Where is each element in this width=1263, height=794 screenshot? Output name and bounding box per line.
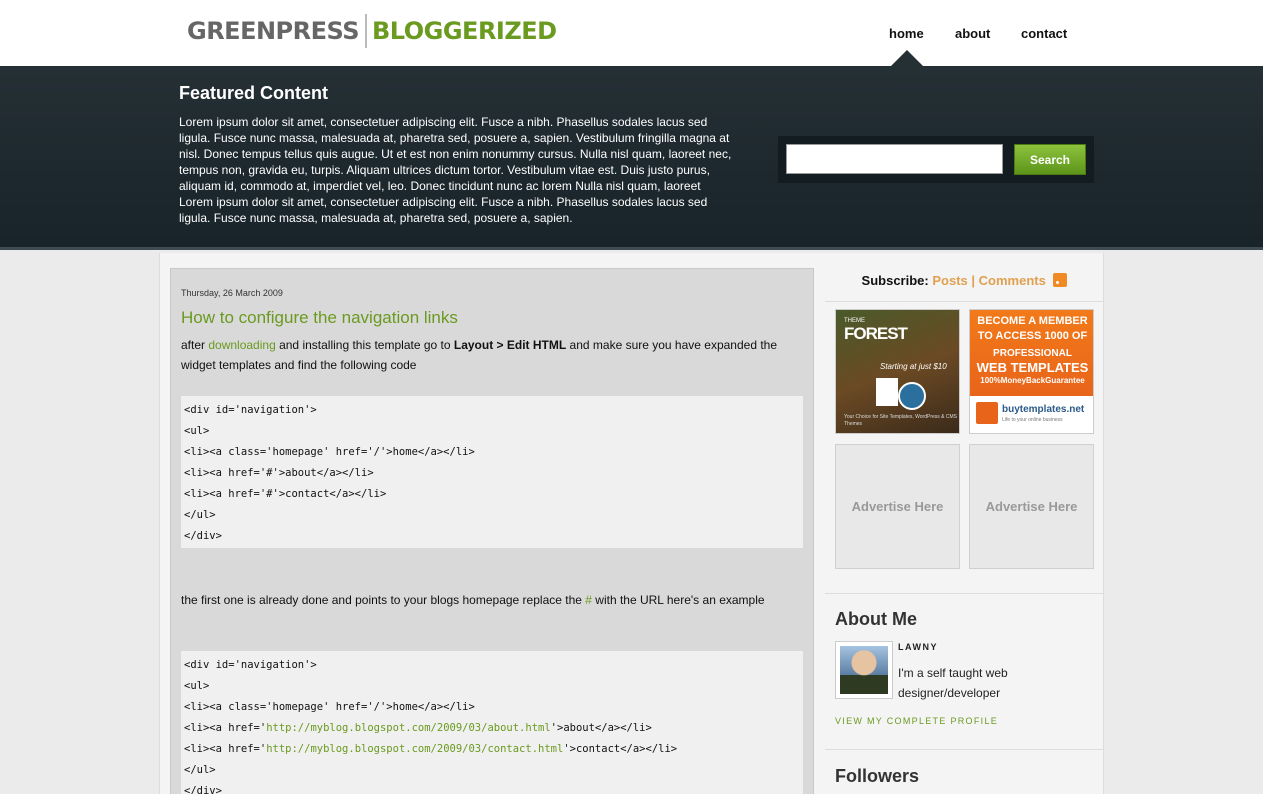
post-date: Thursday, 26 March 2009: [181, 288, 283, 298]
code-text: <li><a href=': [184, 722, 267, 734]
about-me-title: About Me: [835, 609, 917, 629]
ad-line-3: PROFESSIONAL: [993, 348, 1072, 359]
featured-section: Featured Content Lorem ipsum dolor sit a…: [0, 66, 1263, 250]
code-line: </ul>: [184, 764, 216, 776]
code-line: <li><a class='homepage' href='/'>home</a…: [184, 446, 475, 458]
featured-title: Featured Content: [179, 83, 329, 103]
text: with the URL here's an example: [591, 593, 765, 607]
code-block-2: <div id='navigation'> <ul> <li><a class=…: [181, 651, 803, 794]
code-line: <div id='navigation'>: [184, 659, 317, 671]
content-wrapper: Thursday, 26 March 2009 How to configure…: [159, 253, 1104, 794]
code-url: http://myblog.blogspot.com/2009/03/about…: [266, 722, 551, 734]
avatar-image: [840, 646, 888, 694]
site-logo[interactable]: GREENPRESS BLOGGERIZED: [187, 14, 557, 48]
code-line: <div id='navigation'>: [184, 404, 317, 416]
hash-link[interactable]: #: [585, 593, 592, 607]
search-box: Search: [778, 136, 1094, 183]
subscribe-comments-link[interactable]: Comments: [979, 273, 1046, 288]
subscribe-posts-link[interactable]: Posts: [932, 273, 967, 288]
ad-line-5: 100%MoneyBackGuarantee: [980, 376, 1085, 385]
featured-text: Lorem ipsum dolor sit amet, consectetuer…: [179, 115, 732, 225]
ad-brand: FOREST: [844, 324, 908, 343]
followers-title: Followers: [835, 766, 920, 786]
code-text: '>contact</a></li>: [563, 743, 678, 755]
post-paragraph-1: after downloading and installing this te…: [181, 335, 781, 375]
bold-text: Layout > Edit HTML: [453, 338, 567, 352]
wordpress-icon: [898, 382, 926, 410]
code-line: <li><a href='#'>contact</a></li>: [184, 488, 387, 500]
html-document-icon: [876, 378, 898, 406]
ad-slot-empty[interactable]: Advertise Here: [969, 444, 1094, 569]
code-line: <ul>: [184, 680, 210, 692]
divider: [825, 301, 1104, 302]
author-bio: I'm a self taught web designer/developer: [898, 666, 1008, 700]
code-text: '>about</a></li>: [550, 722, 652, 734]
ad-themeforest[interactable]: THEME FOREST Starting at just $10 Your C…: [835, 309, 960, 434]
code-block-1: <div id='navigation'> <ul> <li><a class=…: [181, 396, 803, 548]
subscribe-label: Subscribe:: [861, 273, 929, 288]
advertise-here-label: Advertise Here: [985, 499, 1078, 514]
top-bar: GREENPRESS BLOGGERIZED home about contac…: [0, 0, 1263, 66]
logo-left-text: GREENPRESS: [187, 17, 360, 45]
logo-right-text: BLOGGERIZED: [372, 17, 557, 45]
divider: [825, 749, 1104, 750]
logo-separator: [365, 14, 368, 48]
subscribe-separator: |: [967, 273, 979, 288]
ad-buytemplates[interactable]: BECOME A MEMBER TO ACCESS 1000 OF PROFES…: [969, 309, 1094, 434]
post-title[interactable]: How to configure the navigation links: [181, 308, 458, 328]
code-line: </div>: [184, 785, 222, 794]
code-line: <li><a href='http://myblog.blogspot.com/…: [184, 739, 800, 760]
advertise-here-label: Advertise Here: [851, 499, 944, 514]
divider: [825, 593, 1104, 594]
downloading-link[interactable]: downloading: [208, 338, 275, 352]
code-line: <ul>: [184, 425, 210, 437]
code-line: <li><a href='#'>about</a></li>: [184, 467, 374, 479]
rss-icon[interactable]: [1053, 273, 1068, 287]
ad-line-1: BECOME A MEMBER: [977, 315, 1088, 327]
ad-footer: Your Choice for Site Templates, WordPres…: [844, 414, 958, 427]
code-text: <li><a href=': [184, 743, 267, 755]
sidebar: Subscribe: Posts | Comments THEME FOREST…: [825, 253, 1104, 794]
subscribe-widget: Subscribe: Posts | Comments: [825, 273, 1104, 288]
text: after: [181, 338, 209, 352]
ad-line-4: WEB TEMPLATES: [976, 360, 1089, 375]
code-line: <li><a href='http://myblog.blogspot.com/…: [184, 718, 800, 739]
avatar[interactable]: [835, 641, 893, 699]
nav-home[interactable]: home: [889, 26, 924, 41]
blog-post: Thursday, 26 March 2009 How to configure…: [170, 268, 814, 794]
code-line: </ul>: [184, 509, 216, 521]
nav-contact[interactable]: contact: [1021, 26, 1067, 41]
buytemplates-logo-icon: [976, 402, 998, 424]
ad-tagline: Starting at just $10: [880, 362, 947, 371]
author-name[interactable]: LAWNY: [898, 642, 938, 652]
text: the first one is already done and points…: [181, 593, 586, 607]
nav-active-indicator: [891, 50, 923, 66]
code-line: <li><a class='homepage' href='/'>home</a…: [184, 701, 475, 713]
search-input[interactable]: [786, 144, 1003, 174]
code-line: </div>: [184, 530, 222, 542]
code-url: http://myblog.blogspot.com/2009/03/conta…: [266, 743, 564, 755]
search-button[interactable]: Search: [1014, 144, 1086, 175]
view-profile-link[interactable]: VIEW MY COMPLETE PROFILE: [835, 716, 998, 726]
text: and installing this template go to: [275, 338, 454, 352]
ad-brand: buytemplates.net: [1002, 404, 1085, 415]
post-paragraph-2: the first one is already done and points…: [181, 590, 781, 610]
ad-slogan: Life to your online business: [1002, 417, 1063, 423]
ad-slot-empty[interactable]: Advertise Here: [835, 444, 960, 569]
ad-line-2: TO ACCESS 1000 OF: [977, 330, 1088, 342]
nav-about[interactable]: about: [955, 26, 990, 41]
